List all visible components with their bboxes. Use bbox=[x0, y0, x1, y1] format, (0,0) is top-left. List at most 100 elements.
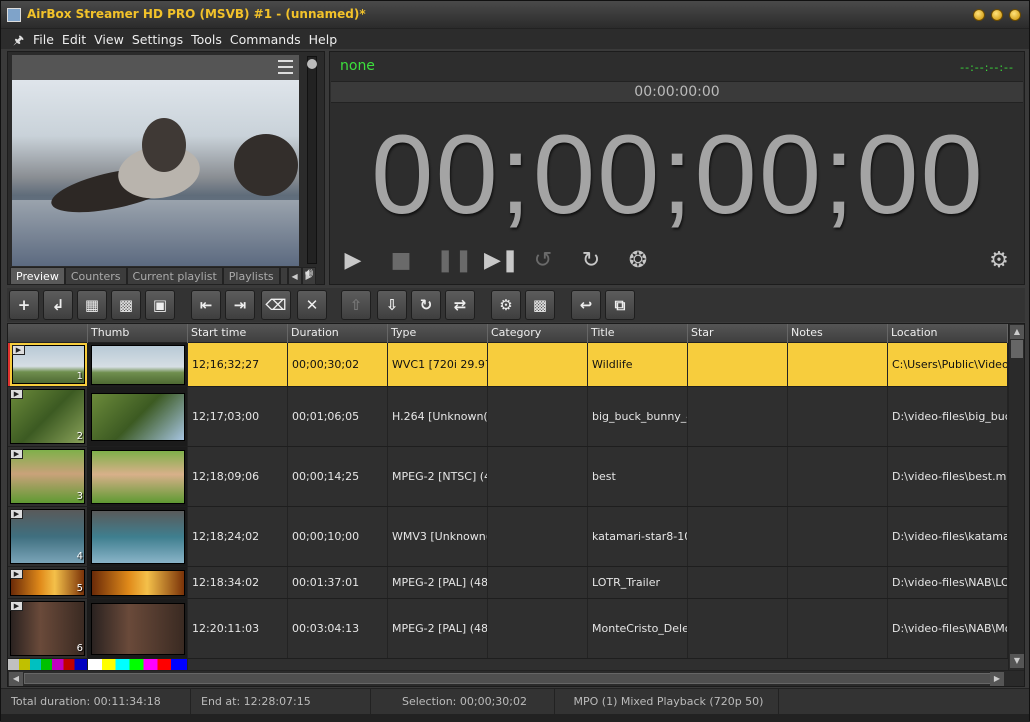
maximize-button[interactable] bbox=[991, 9, 1003, 21]
row-icon-cell[interactable]: ▶ 4 bbox=[8, 507, 88, 566]
thumb-cell bbox=[88, 507, 188, 566]
menu-view[interactable]: View bbox=[94, 32, 124, 47]
menu-file[interactable]: File bbox=[33, 32, 54, 47]
scroll-left-icon[interactable]: ◀ bbox=[9, 672, 23, 686]
play-icon[interactable]: ▶ bbox=[340, 248, 366, 274]
category-cell bbox=[488, 599, 588, 658]
transport-controls: ▶ ■ ❚❚ ▶❚ ↺ ↻ ❂ ⚙ bbox=[330, 242, 1026, 282]
app-icon[interactable] bbox=[7, 8, 21, 22]
resize-icon[interactable]: ⧉ bbox=[605, 290, 635, 320]
table-row[interactable]: ▶ 3 12;18;09;06 00;00;14;25 MPEG-2 [NTSC… bbox=[8, 447, 1008, 507]
column-header-start-time[interactable]: Start time bbox=[188, 324, 288, 343]
column-header-icon[interactable] bbox=[8, 324, 88, 343]
type-cell: MPEG-2 [NTSC] (48 bbox=[388, 447, 488, 506]
gear-icon[interactable]: ⚙ bbox=[491, 290, 521, 320]
star-cell bbox=[688, 387, 788, 446]
export-icon[interactable]: ▣ bbox=[145, 290, 175, 320]
hamburger-menu-icon[interactable] bbox=[278, 60, 293, 74]
horizontal-scrollbar[interactable]: ◀ ▶ bbox=[8, 670, 1024, 686]
row-icon-cell[interactable]: ▶ 6 bbox=[8, 599, 88, 658]
star-cell bbox=[688, 447, 788, 506]
type-cell: WVC1 [720i 29.97] bbox=[388, 343, 488, 386]
horizontal-scroll-thumb[interactable] bbox=[24, 673, 1004, 684]
table-row[interactable]: ▶ 4 12;18;24;02 00;00;10;00 WMV3 [Unknow… bbox=[8, 507, 1008, 567]
insert-clip-icon[interactable]: ↲ bbox=[43, 290, 73, 320]
menu-help[interactable]: Help bbox=[309, 32, 338, 47]
tab-counters[interactable]: Counters bbox=[64, 267, 127, 285]
undo-icon[interactable]: ↺ bbox=[530, 248, 556, 274]
scroll-up-icon[interactable]: ▲ bbox=[1010, 325, 1024, 339]
redo-icon[interactable]: ↻ bbox=[578, 248, 604, 274]
refresh-icon[interactable]: ↻ bbox=[411, 290, 441, 320]
menu-settings[interactable]: Settings bbox=[132, 32, 183, 47]
pin-icon[interactable]: 🖈︎ bbox=[13, 31, 24, 52]
menu-edit[interactable]: Edit bbox=[62, 32, 86, 47]
move-right-icon[interactable]: ⇥ bbox=[225, 290, 255, 320]
column-header-type[interactable]: Type bbox=[388, 324, 488, 343]
tab-preview[interactable]: Preview bbox=[10, 267, 65, 285]
volume-slider-knob[interactable] bbox=[307, 59, 317, 69]
row-icon-cell[interactable] bbox=[8, 659, 88, 670]
table-row[interactable]: ▶ 6 12:20:11:03 00:03:04:13 MPEG-2 [PAL]… bbox=[8, 599, 1008, 659]
shuffle-icon[interactable]: ⇄ bbox=[445, 290, 475, 320]
tab-more[interactable] bbox=[279, 267, 288, 285]
download-icon[interactable]: ⇩ bbox=[377, 290, 407, 320]
column-header-category[interactable]: Category bbox=[488, 324, 588, 343]
add-clip-icon[interactable]: + bbox=[9, 290, 39, 320]
tab-playlists[interactable]: Playlists bbox=[222, 267, 280, 285]
menu-commands[interactable]: Commands bbox=[230, 32, 301, 47]
move-left-icon[interactable]: ⇤ bbox=[191, 290, 221, 320]
duration-cell: 00;00;14;25 bbox=[288, 447, 388, 506]
table-row[interactable]: ▶ 2 12;17;03;00 00;01;06;05 H.264 [Unkno… bbox=[8, 387, 1008, 447]
volume-slider[interactable] bbox=[307, 56, 317, 264]
video-sand bbox=[12, 200, 299, 266]
tab-scroll-left-icon[interactable]: ◀ bbox=[287, 267, 302, 285]
column-header-star[interactable]: Star bbox=[688, 324, 788, 343]
table-row[interactable]: ▶ 5 12:18:34:02 00:01:37:01 MPEG-2 [PAL]… bbox=[8, 567, 1008, 599]
thumb-cell bbox=[88, 567, 188, 598]
scroll-right-icon[interactable]: ▶ bbox=[990, 672, 1004, 686]
speaker-icon[interactable]: 🔊︎ bbox=[305, 266, 313, 281]
pause-icon[interactable]: ❚❚ bbox=[436, 248, 473, 274]
column-header-location[interactable]: Location bbox=[888, 324, 1008, 343]
stop-icon[interactable]: ■ bbox=[388, 248, 414, 274]
film-reel-icon[interactable]: ❂ bbox=[625, 248, 651, 274]
preview-video[interactable] bbox=[12, 80, 299, 266]
table-row[interactable]: ▶ 1 12;16;32;27 00;00;30;02 WVC1 [720i 2… bbox=[8, 343, 1008, 387]
tab-current-playlist[interactable]: Current playlist bbox=[126, 267, 223, 285]
row-icon-cell[interactable]: ▶ 2 bbox=[8, 387, 88, 446]
row-icon-cell[interactable]: ▶ 1 bbox=[8, 343, 88, 386]
scroll-down-icon[interactable]: ▼ bbox=[1010, 654, 1024, 668]
close-button[interactable] bbox=[1009, 9, 1021, 21]
row-icon-cell[interactable]: ▶ 5 bbox=[8, 567, 88, 598]
start-time-cell: 12:20:11:03 bbox=[188, 599, 288, 658]
duration-cell: 00:03:04:13 bbox=[288, 599, 388, 658]
type-cell: MPEG-2 [PAL] (48 k bbox=[388, 567, 488, 598]
remove-icon[interactable]: ✕ bbox=[297, 290, 327, 320]
column-header-thumb[interactable]: Thumb bbox=[88, 324, 188, 343]
menu-tools[interactable]: Tools bbox=[191, 32, 222, 47]
delete-icon[interactable]: ⌫ bbox=[261, 290, 291, 320]
category-cell bbox=[488, 447, 588, 506]
save-icon[interactable]: ▦ bbox=[77, 290, 107, 320]
clip-thumbnail bbox=[90, 569, 185, 596]
save-as-icon[interactable]: ▩ bbox=[111, 290, 141, 320]
settings-icon[interactable]: ⚙ bbox=[986, 248, 1012, 274]
column-header-notes[interactable]: Notes bbox=[788, 324, 888, 343]
column-header-title[interactable]: Title bbox=[588, 324, 688, 343]
status-total-duration: Total duration: 00:11:34:18 bbox=[5, 689, 191, 715]
back-icon[interactable]: ↩ bbox=[571, 290, 601, 320]
minimize-button[interactable] bbox=[973, 9, 985, 21]
start-time-cell: 12;17;03;00 bbox=[188, 387, 288, 446]
vertical-scroll-thumb[interactable] bbox=[1011, 340, 1023, 358]
column-header-duration[interactable]: Duration bbox=[288, 324, 388, 343]
vertical-scrollbar[interactable]: ▲ ▼ bbox=[1008, 324, 1024, 670]
skip-next-icon[interactable]: ▶❚ bbox=[484, 248, 519, 274]
app-window: AirBox Streamer HD PRO (MSVB) #1 - (unna… bbox=[0, 0, 1030, 722]
upload-icon[interactable]: ⇧ bbox=[341, 290, 371, 320]
location-cell: D:\video-files\NAB\Mo bbox=[888, 599, 1008, 658]
row-icon-cell[interactable]: ▶ 3 bbox=[8, 447, 88, 506]
camera-icon[interactable]: ▩ bbox=[525, 290, 555, 320]
category-cell bbox=[488, 343, 588, 386]
play-marker-icon: ▶ bbox=[10, 509, 23, 519]
